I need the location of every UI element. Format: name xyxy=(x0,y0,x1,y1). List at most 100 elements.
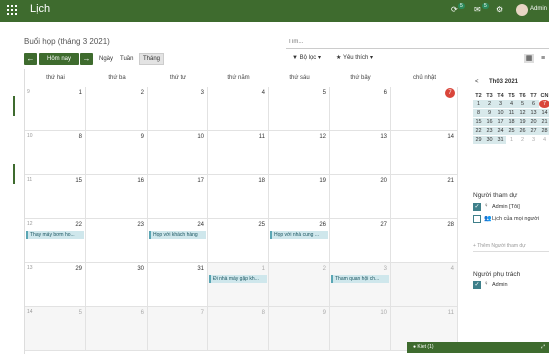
app-title[interactable]: Lịch xyxy=(30,3,50,15)
mini-day[interactable]: 13 xyxy=(528,109,539,117)
day-cell[interactable]: 1 xyxy=(208,263,269,307)
mini-day[interactable]: 3 xyxy=(495,100,506,108)
mini-day[interactable]: 1 xyxy=(506,136,517,144)
day-cell[interactable]: 16 xyxy=(86,175,148,219)
day-cell[interactable]: 28 xyxy=(391,219,458,263)
day-cell[interactable]: 19 xyxy=(269,175,330,219)
list-view-icon[interactable]: ≡ xyxy=(538,54,548,63)
calendar-event[interactable]: Thay máy bơm ho... xyxy=(26,231,84,239)
mini-prev-button[interactable]: < xyxy=(475,79,479,85)
day-cell[interactable]: 20 xyxy=(330,175,391,219)
chat-window-bar[interactable]: ● Kiet (1) ⤢ xyxy=(407,342,549,353)
mini-day[interactable]: 17 xyxy=(495,118,506,126)
day-cell[interactable]: 14 xyxy=(391,131,458,175)
mini-day[interactable]: 22 xyxy=(473,127,484,135)
view-day-button[interactable]: Ngày xyxy=(96,53,116,65)
avatar[interactable] xyxy=(516,4,528,16)
mini-day[interactable]: 18 xyxy=(506,118,517,126)
add-attendee-input[interactable]: + Thêm Người tham dự xyxy=(473,241,549,252)
day-cell[interactable]: 8 xyxy=(208,307,269,351)
mini-day[interactable]: 4 xyxy=(539,136,549,144)
day-cell[interactable]: 13 xyxy=(330,131,391,175)
mini-day[interactable]: 3 xyxy=(528,136,539,144)
day-cell[interactable]: 25 xyxy=(208,219,269,263)
day-cell[interactable]: 4 xyxy=(391,263,458,307)
day-cell[interactable]: 9 xyxy=(86,131,148,175)
mini-day[interactable]: 12 xyxy=(517,109,528,117)
day-cell[interactable]: 26 xyxy=(269,219,330,263)
mini-day[interactable]: 8 xyxy=(473,109,484,117)
day-cell[interactable]: 3 xyxy=(148,87,208,131)
mini-day[interactable]: 2 xyxy=(484,100,495,108)
attendee-checkbox[interactable]: ✓ xyxy=(473,203,481,211)
mini-day[interactable]: 11 xyxy=(506,109,517,117)
mini-day[interactable]: 2 xyxy=(517,136,528,144)
day-cell[interactable]: 6 xyxy=(86,307,148,351)
mini-day[interactable]: 23 xyxy=(484,127,495,135)
mini-day[interactable]: 30 xyxy=(484,136,495,144)
mini-day[interactable]: 10 xyxy=(495,109,506,117)
calendar-view-icon[interactable]: ▦ xyxy=(524,54,534,63)
day-cell[interactable]: 6 xyxy=(330,87,391,131)
calendar-event[interactable]: Họp với khách hàng xyxy=(149,231,206,239)
user-name[interactable]: Admin xyxy=(530,6,547,12)
mini-day[interactable]: 21 xyxy=(539,118,549,126)
day-cell[interactable]: 9 xyxy=(269,307,330,351)
mini-day[interactable]: 14 xyxy=(539,109,549,117)
day-cell[interactable]: 5 xyxy=(269,87,330,131)
mini-day[interactable]: 9 xyxy=(484,109,495,117)
day-cell[interactable]: 21 xyxy=(391,175,458,219)
mini-day[interactable]: 27 xyxy=(528,127,539,135)
expand-icon[interactable]: ⤢ xyxy=(541,342,545,353)
mini-day[interactable]: 29 xyxy=(473,136,484,144)
day-cell[interactable]: 18 xyxy=(208,175,269,219)
day-cell[interactable]: 23 xyxy=(86,219,148,263)
day-cell[interactable]: 3 xyxy=(330,263,391,307)
day-cell[interactable]: 2 xyxy=(269,263,330,307)
attendee-checkbox[interactable] xyxy=(473,215,481,223)
view-week-button[interactable]: Tuần xyxy=(117,53,136,65)
prev-button[interactable]: ← xyxy=(24,53,37,65)
day-cell[interactable]: 4 xyxy=(208,87,269,131)
mini-day[interactable]: 6 xyxy=(528,100,539,108)
mini-day[interactable]: 25 xyxy=(506,127,517,135)
day-cell[interactable]: 14 5 xyxy=(25,307,86,351)
next-button[interactable]: → xyxy=(80,53,93,65)
calendar-event[interactable]: Họp với nhà cung ... xyxy=(270,231,328,239)
search-bar[interactable]: ⚲ xyxy=(286,36,549,49)
day-cell[interactable]: 2 xyxy=(86,87,148,131)
favorites-button[interactable]: ★ Yêu thích ▾ xyxy=(336,54,373,61)
calendar-event[interactable]: Đi nhà máy gặp kh... xyxy=(209,275,267,283)
day-cell[interactable]: 13 29 xyxy=(25,263,86,307)
mini-day[interactable]: 31 xyxy=(495,136,506,144)
responsible-checkbox[interactable]: ✓ xyxy=(473,281,481,289)
mini-day[interactable]: 5 xyxy=(517,100,528,108)
view-month-button[interactable]: Tháng xyxy=(139,53,165,65)
mini-day[interactable]: 20 xyxy=(528,118,539,126)
day-cell[interactable]: 31 xyxy=(148,263,208,307)
day-cell[interactable]: 12 xyxy=(269,131,330,175)
mini-day[interactable]: 7 xyxy=(539,100,549,108)
search-input[interactable] xyxy=(286,36,538,47)
today-button[interactable]: Hôm nay xyxy=(39,53,79,65)
mini-day[interactable]: 15 xyxy=(473,118,484,126)
day-cell[interactable]: 11 15 xyxy=(25,175,86,219)
day-cell[interactable]: 10 8 xyxy=(25,131,86,175)
day-cell[interactable]: 7 xyxy=(391,87,458,131)
mini-day[interactable]: 28 xyxy=(539,127,549,135)
day-cell[interactable]: 10 xyxy=(330,307,391,351)
filter-button[interactable]: ▼ Bộ lọc ▾ xyxy=(292,54,321,61)
day-cell[interactable]: 7 xyxy=(148,307,208,351)
mini-day[interactable]: 4 xyxy=(506,100,517,108)
day-cell[interactable]: 24 xyxy=(148,219,208,263)
messages-icon[interactable]: ✉ xyxy=(474,5,481,14)
day-cell[interactable]: 10 xyxy=(148,131,208,175)
calendar-event[interactable]: Tham quan hội ch... xyxy=(331,275,389,283)
mini-day[interactable]: 19 xyxy=(517,118,528,126)
day-cell[interactable]: 17 xyxy=(148,175,208,219)
settings-icon[interactable]: ⚙ xyxy=(496,5,503,14)
day-cell[interactable]: 11 xyxy=(208,131,269,175)
day-cell[interactable]: 12 22 xyxy=(25,219,86,263)
apps-menu-icon[interactable] xyxy=(7,5,17,15)
mini-day[interactable]: 24 xyxy=(495,127,506,135)
